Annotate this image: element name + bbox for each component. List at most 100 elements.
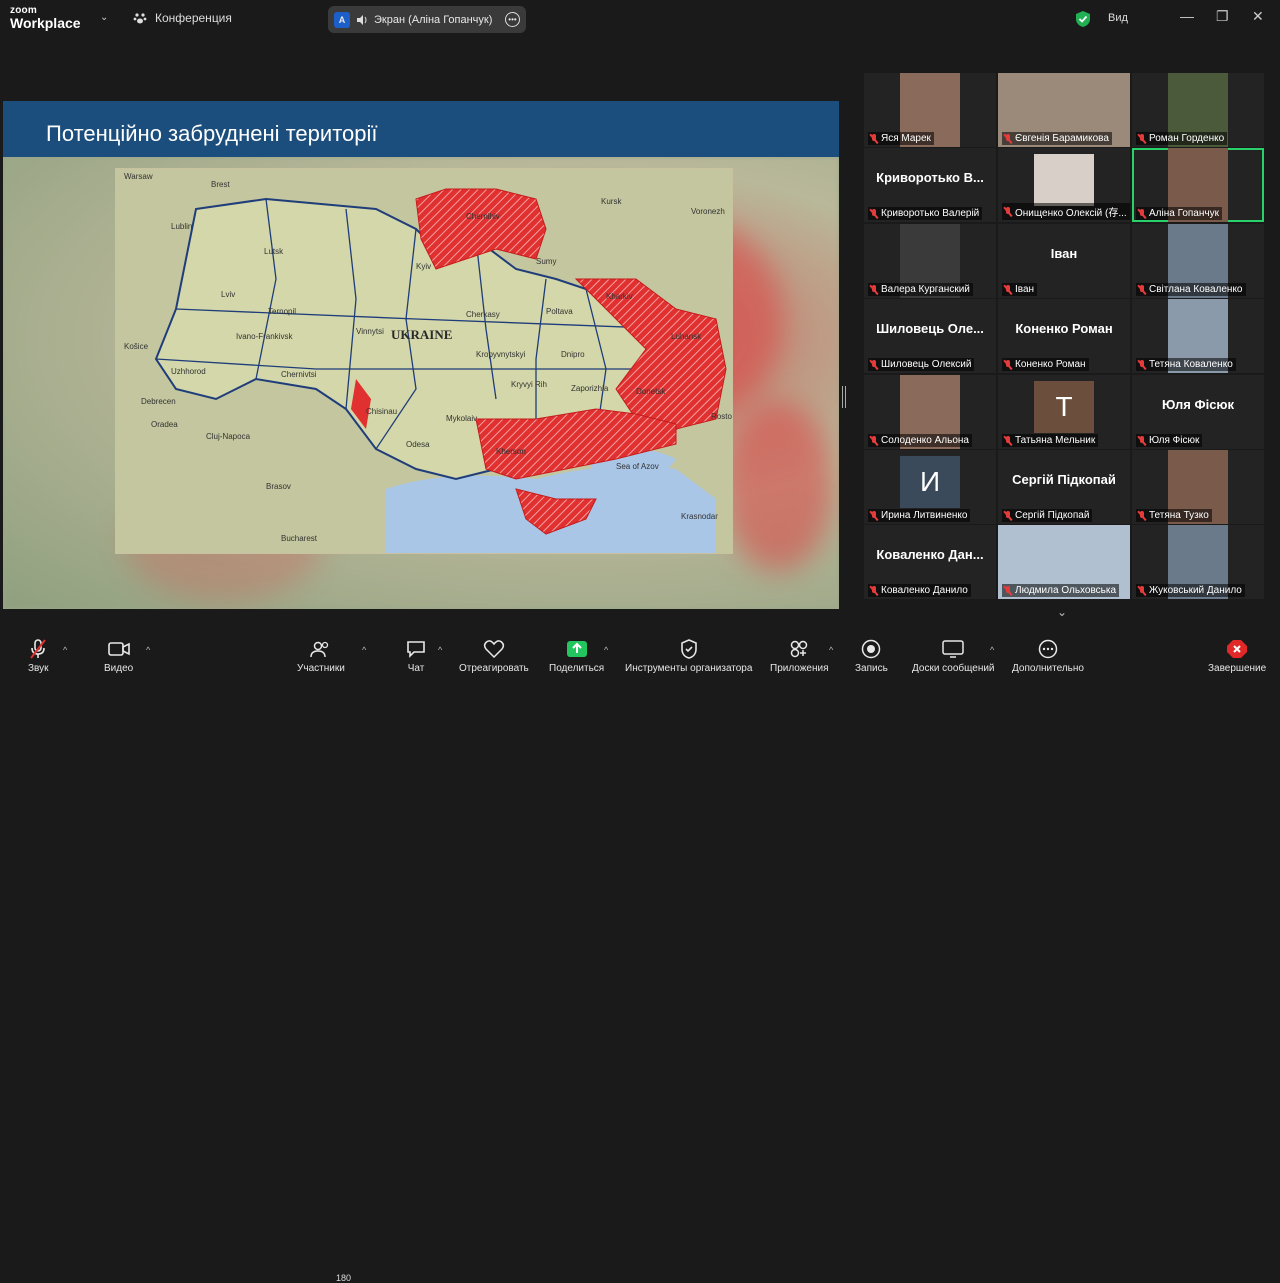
more-button[interactable]: Дополнительно bbox=[1012, 638, 1084, 674]
close-button[interactable]: ✕ bbox=[1252, 8, 1264, 25]
blur-shape bbox=[723, 401, 833, 571]
participant-tile[interactable]: Онищенко Олексій (存... bbox=[998, 148, 1130, 222]
map-city-label: Brest bbox=[211, 180, 230, 189]
minimize-button[interactable]: — bbox=[1180, 8, 1194, 24]
participant-name: Жуковський Данило bbox=[1149, 585, 1242, 596]
end-meeting-button[interactable]: Завершение bbox=[1208, 638, 1266, 674]
map-city-label: Vinnytsi bbox=[356, 327, 384, 336]
participants-options-caret[interactable]: ^ bbox=[362, 645, 366, 655]
participant-tile[interactable]: Тетяна Коваленко bbox=[1132, 299, 1264, 373]
participant-tile[interactable]: Валера Курганский bbox=[864, 224, 996, 298]
participant-tile[interactable]: Роман Горденко bbox=[1132, 73, 1264, 147]
slide-title: Потенційно забруднені території bbox=[46, 121, 378, 146]
participant-tile[interactable]: Т Татьяна Мельник bbox=[998, 375, 1130, 449]
map-city-label: Dnipro bbox=[561, 350, 585, 359]
chat-options-caret[interactable]: ^ bbox=[438, 645, 442, 655]
react-button[interactable]: Отреагировать bbox=[459, 638, 529, 674]
participant-name-label: Аліна Гопанчук bbox=[1136, 207, 1222, 220]
more-options-icon[interactable]: ••• bbox=[505, 12, 520, 27]
mic-muted-icon bbox=[1138, 284, 1146, 295]
participant-name-label: Коненко Роман bbox=[1002, 358, 1089, 371]
ukraine-map: UKRAINE Warsaw Brest Lublin Lutsk Lviv T… bbox=[115, 168, 733, 554]
gallery-chevron-down-icon[interactable]: ⌄ bbox=[1057, 605, 1067, 619]
participant-name-label: Світлана Коваленко bbox=[1136, 283, 1246, 296]
map-city-label: Debrecen bbox=[141, 397, 176, 406]
view-menu[interactable]: Вид bbox=[1108, 12, 1128, 24]
participant-name: Людмила Ольховська bbox=[1015, 585, 1117, 596]
audio-button[interactable]: Звук bbox=[28, 638, 49, 674]
map-city-label: Lutsk bbox=[264, 247, 284, 256]
participant-tile[interactable]: Солоденко Альона bbox=[864, 375, 996, 449]
audio-label: Звук bbox=[28, 663, 49, 674]
video-label: Видео bbox=[104, 663, 134, 674]
restore-button[interactable]: ❐ bbox=[1216, 8, 1229, 25]
paw-icon bbox=[133, 13, 147, 24]
participants-icon bbox=[310, 638, 332, 660]
participant-tile[interactable]: Юля Фісюк Юля Фісюк bbox=[1132, 375, 1264, 449]
participant-tile[interactable]: Євгенія Барамикова bbox=[998, 73, 1130, 147]
host-tools-button[interactable]: Инструменты организатора bbox=[625, 638, 752, 674]
record-button[interactable]: Запись bbox=[855, 638, 888, 674]
mic-muted-icon bbox=[1004, 435, 1012, 446]
participant-tile[interactable]: Світлана Коваленко bbox=[1132, 224, 1264, 298]
map-graphic: UKRAINE Warsaw Brest Lublin Lutsk Lviv T… bbox=[116, 169, 732, 553]
participant-name-label: Сергій Підкопай bbox=[1002, 509, 1093, 522]
chat-button[interactable]: Чат bbox=[406, 638, 426, 674]
share-options-caret[interactable]: ^ bbox=[604, 645, 608, 655]
shield-icon bbox=[680, 638, 698, 660]
participant-tile[interactable]: Людмила Ольховська bbox=[998, 525, 1130, 599]
participant-tile[interactable]: Шиловець Оле... Шиловець Олексий bbox=[864, 299, 996, 373]
conference-menu[interactable]: Конференция bbox=[133, 11, 232, 25]
participant-tile[interactable]: Іван Іван bbox=[998, 224, 1130, 298]
participant-name-label: Роман Горденко bbox=[1136, 132, 1228, 145]
mic-muted-icon bbox=[870, 435, 878, 446]
participant-tile[interactable]: Коненко Роман Коненко Роман bbox=[998, 299, 1130, 373]
map-city-label: Cherkasy bbox=[466, 310, 500, 319]
participant-initial-avatar: И bbox=[900, 456, 960, 508]
more-dots-icon bbox=[1038, 638, 1058, 660]
mic-muted-icon bbox=[870, 510, 878, 521]
participant-tile[interactable]: Сергій Підкопай Сергій Підкопай bbox=[998, 450, 1130, 524]
apps-options-caret[interactable]: ^ bbox=[829, 645, 833, 655]
participant-name: Валера Курганский bbox=[881, 284, 970, 295]
security-shield-icon[interactable] bbox=[1075, 10, 1091, 28]
mic-muted-icon bbox=[870, 133, 878, 144]
audio-options-caret[interactable]: ^ bbox=[63, 645, 67, 655]
screen-share-indicator[interactable]: A Экран (Аліна Гопанчук) ••• bbox=[328, 6, 526, 33]
participant-tile[interactable]: Криворотько В... Криворотько Валерій bbox=[864, 148, 996, 222]
mic-muted-icon bbox=[870, 585, 878, 596]
meeting-toolbar: Звук ^ Видео ^ Участники 180 ^ Чат ^ Отр… bbox=[0, 630, 1280, 1283]
map-city-label: Ivano-Frankivsk bbox=[236, 332, 293, 341]
participant-display-name: Коненко Роман bbox=[1015, 321, 1113, 336]
zoom-logo[interactable]: zoom Workplace bbox=[10, 6, 81, 31]
map-city-label: Uzhhorod bbox=[171, 367, 206, 376]
participant-tile[interactable]: Аліна Гопанчук bbox=[1132, 148, 1264, 222]
participant-tile[interactable]: Яся Марек bbox=[864, 73, 996, 147]
panel-splitter-handle[interactable] bbox=[842, 386, 846, 408]
chevron-down-icon[interactable]: ⌄ bbox=[100, 12, 108, 23]
participant-tile[interactable]: Тетяна Тузко bbox=[1132, 450, 1264, 524]
participant-name-label: Криворотько Валерій bbox=[868, 207, 983, 220]
participant-tile[interactable]: Жуковський Данило bbox=[1132, 525, 1264, 599]
mic-muted-icon bbox=[1004, 359, 1012, 370]
sharer-avatar: A bbox=[334, 11, 350, 28]
participant-tile[interactable]: И Ирина Литвиненко bbox=[864, 450, 996, 524]
host-tools-label: Инструменты организатора bbox=[625, 663, 753, 674]
video-options-caret[interactable]: ^ bbox=[146, 645, 150, 655]
participant-display-name: Коваленко Дан... bbox=[876, 547, 984, 562]
record-label: Запись bbox=[855, 663, 888, 674]
map-city-label: Cluj-Napoca bbox=[206, 432, 251, 441]
video-button[interactable]: Видео bbox=[104, 638, 133, 674]
participant-tile[interactable]: Коваленко Дан... Коваленко Данило bbox=[864, 525, 996, 599]
share-screen-button[interactable]: Поделиться bbox=[549, 638, 604, 674]
participants-button[interactable]: Участники bbox=[297, 638, 345, 674]
map-city-label: Chisinau bbox=[366, 407, 397, 416]
participant-avatar bbox=[1034, 154, 1094, 206]
participant-name-label: Євгенія Барамикова bbox=[1002, 132, 1112, 145]
apps-button[interactable]: Приложения bbox=[770, 638, 829, 674]
participant-name: Солоденко Альона bbox=[881, 435, 969, 446]
whiteboards-options-caret[interactable]: ^ bbox=[990, 645, 994, 655]
mic-muted-icon bbox=[1138, 208, 1146, 219]
whiteboards-button[interactable]: Доски сообщений bbox=[912, 638, 995, 674]
end-label: Завершение bbox=[1208, 663, 1267, 674]
